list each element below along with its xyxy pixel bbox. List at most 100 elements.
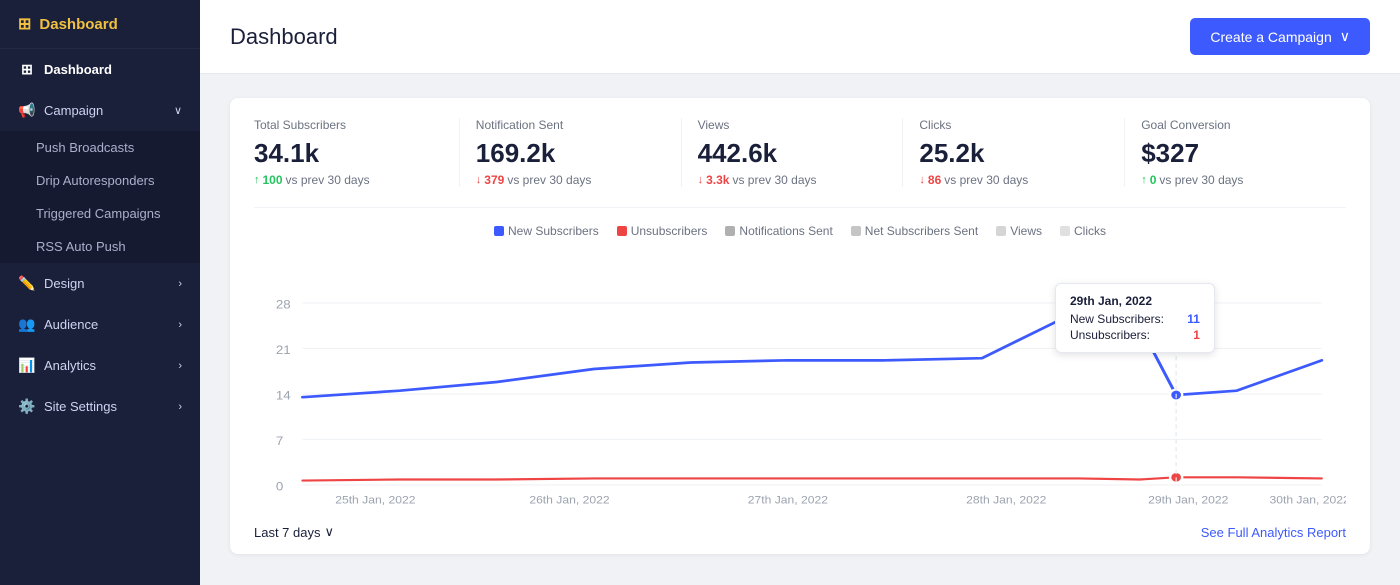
legend-dot-gray3 xyxy=(996,226,1006,236)
drip-autoresponders-label: Drip Autoresponders xyxy=(36,173,155,188)
change-text: vs prev 30 days xyxy=(1159,173,1243,187)
stat-views: Views 442.6k ↓ 3.3k vs prev 30 days xyxy=(682,118,904,187)
legend-dot-blue xyxy=(494,226,504,236)
change-text: vs prev 30 days xyxy=(732,173,816,187)
sidebar-item-label: Analytics xyxy=(44,358,96,373)
design-icon: ✏️ xyxy=(18,275,36,292)
svg-text:30th Jan, 2022: 30th Jan, 2022 xyxy=(1269,495,1346,506)
change-num: 3.3k xyxy=(706,173,729,187)
audience-icon: 👥 xyxy=(18,316,36,333)
chart-area: New Subscribers Unsubscribers Notificati… xyxy=(254,208,1346,554)
legend-label: New Subscribers xyxy=(508,224,599,238)
stat-notification-sent: Notification Sent 169.2k ↓ 379 vs prev 3… xyxy=(460,118,682,187)
see-full-analytics-link[interactable]: See Full Analytics Report xyxy=(1201,525,1346,540)
svg-text:29th Jan, 2022: 29th Jan, 2022 xyxy=(1148,495,1228,506)
dashboard-icon: ⊞ xyxy=(18,14,31,34)
chevron-down-icon: ∨ xyxy=(325,524,335,540)
svg-text:21: 21 xyxy=(276,343,291,356)
legend-dot-red xyxy=(617,226,627,236)
stat-total-subscribers: Total Subscribers 34.1k ↑ 100 vs prev 30… xyxy=(254,118,460,187)
create-campaign-button[interactable]: Create a Campaign ∨ xyxy=(1190,18,1370,55)
chart-footer: Last 7 days ∨ See Full Analytics Report xyxy=(254,512,1346,554)
sidebar-item-campaign[interactable]: 📢 Campaign ∨ xyxy=(0,90,200,131)
sidebar-item-site-settings[interactable]: ⚙️ Site Settings › xyxy=(0,386,200,427)
push-broadcasts-label: Push Broadcasts xyxy=(36,140,134,155)
legend-clicks: Clicks xyxy=(1060,224,1106,238)
legend-dot-gray2 xyxy=(851,226,861,236)
chevron-right-icon: › xyxy=(178,278,182,290)
svg-text:25th Jan, 2022: 25th Jan, 2022 xyxy=(335,495,415,506)
page-title: Dashboard xyxy=(230,24,338,50)
stat-value: 169.2k xyxy=(476,138,665,169)
sidebar-item-label: Design xyxy=(44,276,84,291)
stat-label: Total Subscribers xyxy=(254,118,443,132)
sidebar-item-dashboard[interactable]: ⊞ Dashboard xyxy=(0,49,200,90)
stat-label: Clicks xyxy=(919,118,1108,132)
sidebar-item-drip-autoresponders[interactable]: Drip Autoresponders xyxy=(0,164,200,197)
arrow-down-icon: ↓ xyxy=(476,174,482,186)
svg-text:28th Jan, 2022: 28th Jan, 2022 xyxy=(966,495,1046,506)
sidebar-item-triggered-campaigns[interactable]: Triggered Campaigns xyxy=(0,197,200,230)
legend-unsubscribers: Unsubscribers xyxy=(617,224,708,238)
campaign-submenu: Push Broadcasts Drip Autoresponders Trig… xyxy=(0,131,200,263)
date-filter-label: Last 7 days xyxy=(254,525,321,540)
legend-label: Unsubscribers xyxy=(631,224,708,238)
analytics-icon: 📊 xyxy=(18,357,36,374)
change-num: 379 xyxy=(484,173,504,187)
legend-dot-gray1 xyxy=(725,226,735,236)
stat-change: ↑ 0 vs prev 30 days xyxy=(1141,173,1330,187)
stat-label: Goal Conversion xyxy=(1141,118,1330,132)
chart-container: 0 7 14 21 28 xyxy=(254,252,1346,512)
chevron-right-icon: › xyxy=(178,401,182,413)
arrow-up-icon: ↑ xyxy=(254,174,260,186)
stat-value: 25.2k xyxy=(919,138,1108,169)
sidebar-item-label: Site Settings xyxy=(44,399,117,414)
sidebar-logo: ⊞ Dashboard xyxy=(0,0,200,49)
triggered-campaigns-label: Triggered Campaigns xyxy=(36,206,161,221)
dashboard-nav-icon: ⊞ xyxy=(18,61,36,78)
change-text: vs prev 30 days xyxy=(507,173,591,187)
sidebar-item-design[interactable]: ✏️ Design › xyxy=(0,263,200,304)
arrow-down-icon: ↓ xyxy=(919,174,925,186)
chart-legend: New Subscribers Unsubscribers Notificati… xyxy=(254,224,1346,238)
stat-change: ↓ 379 vs prev 30 days xyxy=(476,173,665,187)
sidebar-item-label: Audience xyxy=(44,317,98,332)
rss-auto-push-label: RSS Auto Push xyxy=(36,239,126,254)
sidebar-item-label: Dashboard xyxy=(44,62,112,77)
sidebar-item-rss-auto-push[interactable]: RSS Auto Push xyxy=(0,230,200,263)
svg-text:28: 28 xyxy=(276,298,291,311)
stat-value: 34.1k xyxy=(254,138,443,169)
legend-notifications-sent: Notifications Sent xyxy=(725,224,832,238)
dashboard-content: Total Subscribers 34.1k ↑ 100 vs prev 30… xyxy=(200,74,1400,585)
change-text: vs prev 30 days xyxy=(944,173,1028,187)
legend-net-subscribers: Net Subscribers Sent xyxy=(851,224,978,238)
stats-card: Total Subscribers 34.1k ↑ 100 vs prev 30… xyxy=(230,98,1370,554)
change-num: 0 xyxy=(1150,173,1157,187)
svg-text:7: 7 xyxy=(276,434,283,447)
line-chart: 0 7 14 21 28 xyxy=(254,252,1346,512)
stat-change: ↑ 100 vs prev 30 days xyxy=(254,173,443,187)
svg-text:14: 14 xyxy=(276,389,291,402)
chevron-down-icon: ∨ xyxy=(174,104,182,117)
sidebar-item-audience[interactable]: 👥 Audience › xyxy=(0,304,200,345)
chevron-right-icon: › xyxy=(178,319,182,331)
svg-text:27th Jan, 2022: 27th Jan, 2022 xyxy=(748,495,828,506)
page-header: Dashboard Create a Campaign ∨ xyxy=(200,0,1400,74)
site-settings-icon: ⚙️ xyxy=(18,398,36,415)
stat-label: Views xyxy=(698,118,887,132)
stat-goal-conversion: Goal Conversion $327 ↑ 0 vs prev 30 days xyxy=(1125,118,1346,187)
create-campaign-label: Create a Campaign xyxy=(1210,29,1331,45)
date-filter-button[interactable]: Last 7 days ∨ xyxy=(254,524,334,540)
sidebar-item-push-broadcasts[interactable]: Push Broadcasts xyxy=(0,131,200,164)
stat-change: ↓ 86 vs prev 30 days xyxy=(919,173,1108,187)
legend-new-subscribers: New Subscribers xyxy=(494,224,599,238)
sidebar-item-analytics[interactable]: 📊 Analytics › xyxy=(0,345,200,386)
change-text: vs prev 30 days xyxy=(286,173,370,187)
svg-text:0: 0 xyxy=(276,480,283,493)
change-num: 100 xyxy=(263,173,283,187)
arrow-up-icon: ↑ xyxy=(1141,174,1147,186)
svg-text:26th Jan, 2022: 26th Jan, 2022 xyxy=(529,495,609,506)
legend-label: Net Subscribers Sent xyxy=(865,224,978,238)
sidebar-logo-label: Dashboard xyxy=(39,16,117,33)
stat-change: ↓ 3.3k vs prev 30 days xyxy=(698,173,887,187)
